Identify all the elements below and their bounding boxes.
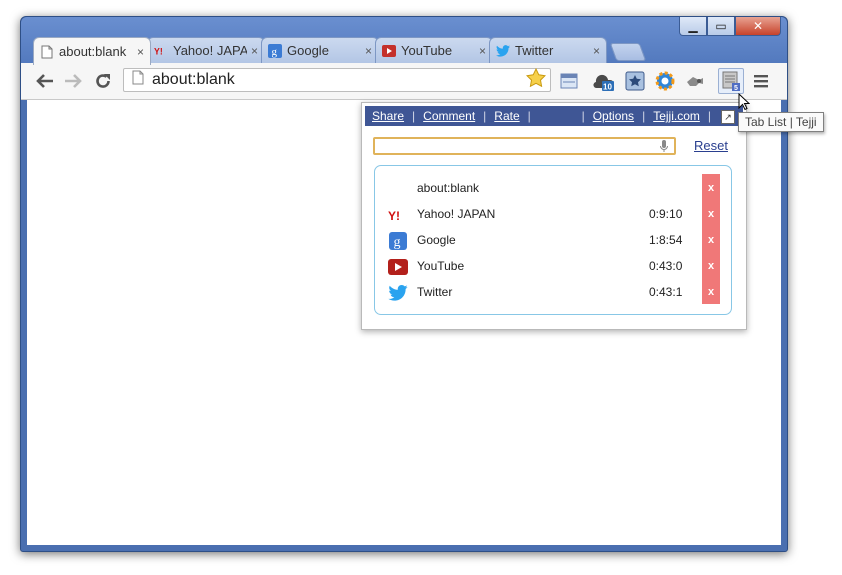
popup-header: Share | Comment | Rate | | Options | Tej… — [365, 106, 743, 126]
google-icon: g — [268, 43, 282, 58]
close-window-button[interactable]: ✕ — [735, 17, 781, 36]
yahoo-icon: Y! — [388, 205, 408, 225]
tab-name: Google — [417, 233, 456, 247]
tab-google[interactable]: g Google × — [261, 37, 379, 63]
close-tab-button[interactable]: x — [702, 200, 720, 226]
forward-arrow-icon — [65, 74, 82, 88]
share-link[interactable]: Share — [372, 109, 404, 123]
tab-close-icon[interactable]: × — [365, 44, 372, 58]
extension-window-icon[interactable] — [558, 70, 580, 92]
address-bar[interactable]: about:blank — [123, 67, 551, 92]
camera-extension-icon[interactable] — [684, 70, 706, 92]
yahoo-icon: Y! — [154, 44, 168, 58]
bookmark-manager-icon[interactable] — [624, 70, 646, 92]
separator: | — [527, 109, 531, 123]
list-item[interactable]: about:blank x — [375, 174, 731, 200]
svg-text:Y!: Y! — [388, 209, 400, 222]
tab-time: 0:43:1 — [649, 285, 683, 299]
tab-search-input[interactable] — [373, 137, 676, 155]
tab-list: about:blank x Y! Yahoo! JAPAN 0:9:10 x g… — [374, 165, 732, 315]
google-icon: g — [388, 231, 408, 251]
page-icon — [132, 70, 144, 90]
open-in-window-icon[interactable]: ↗ — [721, 110, 735, 124]
tab-close-icon[interactable]: × — [593, 44, 600, 58]
tab-title: about:blank — [59, 44, 127, 59]
tab-close-icon[interactable]: × — [479, 44, 486, 58]
bookmark-star-icon[interactable] — [525, 67, 547, 92]
tab-name: YouTube — [417, 259, 465, 273]
tab-title: YouTube — [401, 43, 453, 58]
hamburger-menu-icon — [754, 75, 768, 88]
close-tab-button[interactable]: x — [702, 252, 720, 278]
back-button[interactable] — [33, 69, 57, 93]
mouse-cursor-icon — [738, 93, 750, 111]
menu-button[interactable] — [751, 70, 773, 92]
tab-title: Google — [287, 43, 329, 58]
back-arrow-icon — [36, 74, 53, 88]
microphone-icon[interactable] — [659, 139, 669, 158]
extension-counter-icon[interactable]: 10 — [593, 70, 615, 92]
svg-text:g: g — [394, 235, 401, 250]
tab-name: about:blank — [417, 181, 480, 195]
list-item[interactable]: YouTube 0:43:0 x — [375, 252, 731, 278]
tab-youtube[interactable]: YouTube × — [375, 37, 493, 63]
tab-time: 0:43:0 — [649, 259, 683, 273]
separator: | — [581, 109, 585, 123]
reset-link[interactable]: Reset — [694, 138, 728, 153]
tab-title: Twitter — [515, 43, 554, 58]
tab-list-icon: 5 — [722, 71, 740, 91]
tab-close-icon[interactable]: × — [137, 45, 144, 59]
tab-close-icon[interactable]: × — [251, 44, 258, 58]
reload-button[interactable] — [91, 69, 115, 93]
toolbar: about:blank 10 5 — [21, 63, 787, 100]
separator: | — [707, 109, 711, 123]
tejji-site-link[interactable]: Tejji.com — [653, 109, 700, 123]
close-tab-button[interactable]: x — [702, 174, 720, 200]
tab-strip: about:blank × Y! Yahoo! JAPAN × g Google… — [33, 37, 647, 65]
extension-counter-badge: 10 — [603, 83, 612, 92]
separator: | — [483, 109, 487, 123]
reload-icon — [96, 74, 110, 88]
rate-link[interactable]: Rate — [494, 109, 519, 123]
maximize-button[interactable]: ▭ — [707, 17, 735, 36]
separator: | — [412, 109, 416, 123]
tab-list-popup: Share | Comment | Rate | | Options | Tej… — [361, 102, 747, 330]
list-item[interactable]: g Google 1:8:54 x — [375, 226, 731, 252]
blank-icon — [388, 179, 408, 199]
options-link[interactable]: Options — [593, 109, 634, 123]
tooltip: Tab List | Tejji — [738, 112, 824, 132]
youtube-icon — [388, 257, 408, 277]
twitter-icon — [496, 44, 510, 58]
tab-time: 0:9:10 — [649, 207, 683, 221]
tab-about-blank[interactable]: about:blank × — [33, 37, 151, 65]
forward-button[interactable] — [61, 69, 85, 93]
page-icon — [40, 45, 54, 59]
svg-text:Y!: Y! — [154, 46, 163, 56]
gear-extension-icon[interactable] — [654, 70, 676, 92]
search-row: Reset — [373, 137, 733, 157]
tab-name: Yahoo! JAPAN — [417, 207, 496, 221]
window-controls: ▁ ▭ ✕ — [679, 17, 781, 36]
minimize-button[interactable]: ▁ — [679, 17, 707, 36]
new-tab-button[interactable] — [609, 43, 647, 61]
tab-list-extension-button[interactable]: 5 — [718, 68, 744, 94]
tab-time: 1:8:54 — [649, 233, 683, 247]
tab-twitter[interactable]: Twitter × — [489, 37, 607, 63]
twitter-icon — [388, 283, 408, 303]
separator: | — [642, 109, 646, 123]
list-item[interactable]: Y! Yahoo! JAPAN 0:9:10 x — [375, 200, 731, 226]
tab-yahoo[interactable]: Y! Yahoo! JAPAN × — [147, 37, 265, 63]
tab-title: Yahoo! JAPAN — [173, 43, 247, 58]
comment-link[interactable]: Comment — [423, 109, 475, 123]
close-tab-button[interactable]: x — [702, 278, 720, 304]
youtube-icon — [382, 44, 396, 58]
tab-count-badge: 5 — [734, 85, 738, 91]
url-text[interactable]: about:blank — [152, 71, 526, 89]
svg-text:g: g — [272, 46, 278, 58]
list-item[interactable]: Twitter 0:43:1 x — [375, 278, 731, 304]
tab-name: Twitter — [417, 285, 453, 299]
close-tab-button[interactable]: x — [702, 226, 720, 252]
